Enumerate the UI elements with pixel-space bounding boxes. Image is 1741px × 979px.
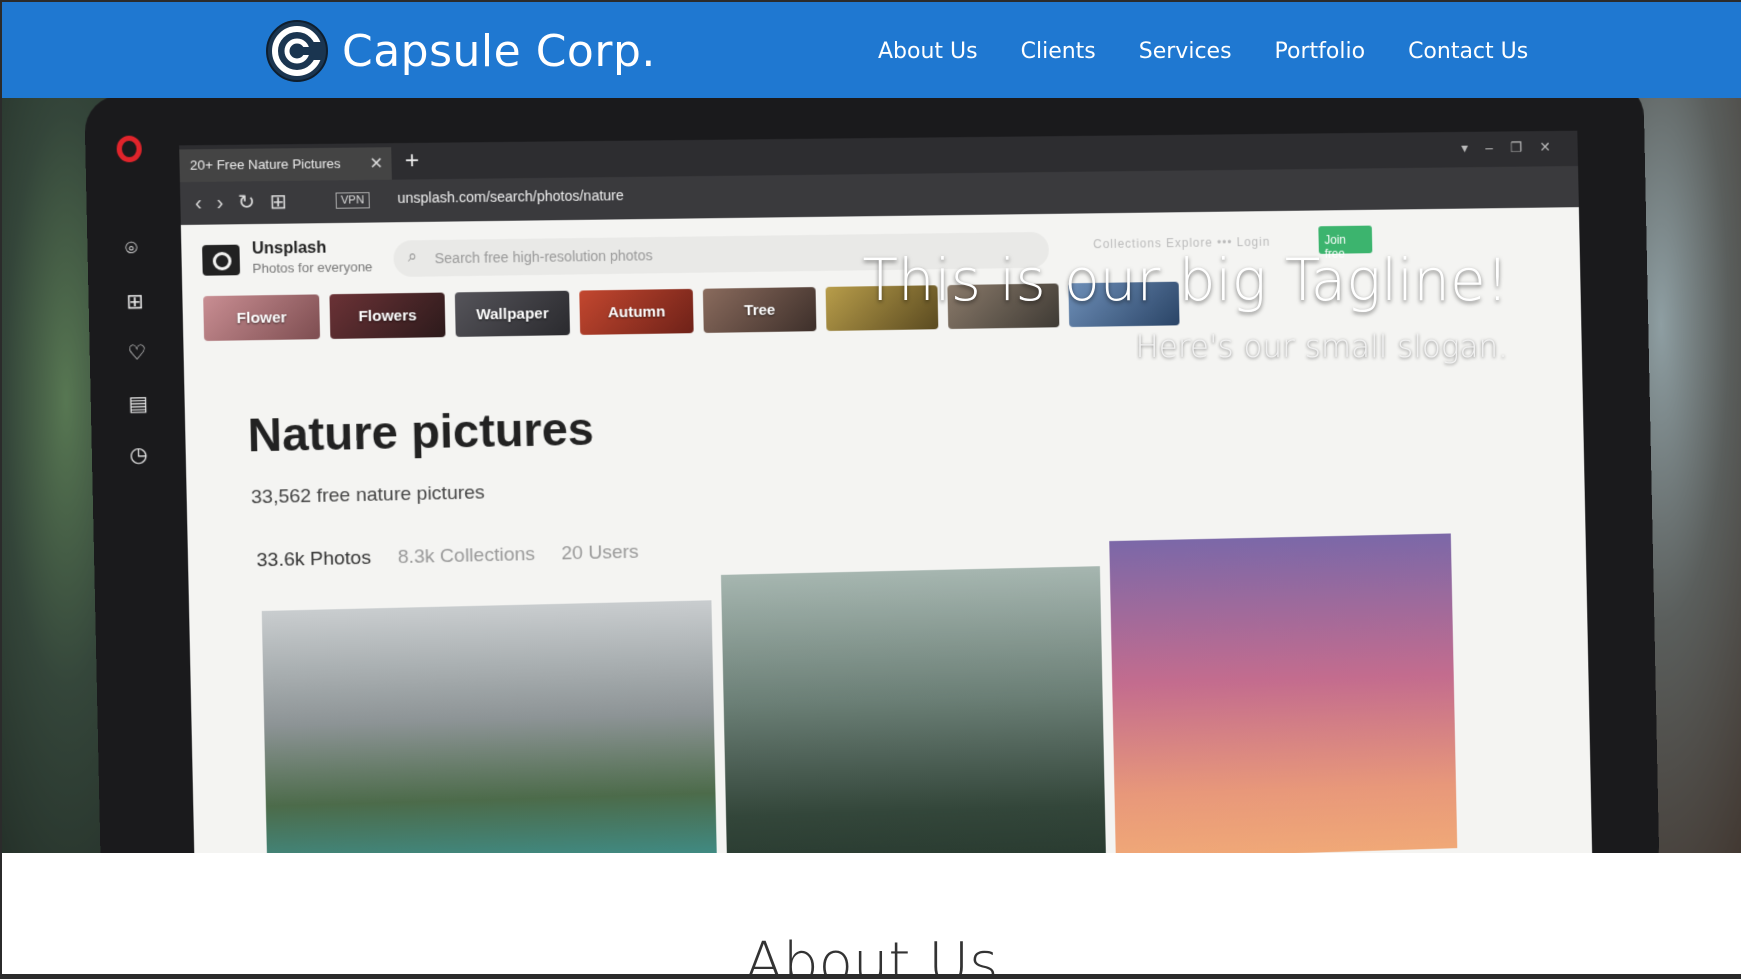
opera-logo-icon (116, 136, 142, 163)
unsplash-tagline: Photos for everyone (252, 259, 372, 276)
hero-tagline: This is our big Tagline! (862, 246, 1509, 314)
grid-icon: ⊞ (126, 289, 149, 310)
stat-users: 20 Users (561, 542, 639, 566)
tab-title: 20+ Free Nature Pictures (190, 156, 341, 173)
chip-autumn: Autumn (579, 289, 693, 335)
brand-name[interactable]: Capsule Corp. (342, 26, 656, 77)
browser-tab: 20+ Free Nature Pictures ✕ (179, 147, 392, 182)
clock-icon: ◷ (129, 442, 152, 463)
search-icon: ⌕ (408, 248, 418, 266)
photo-lake-mountains (262, 600, 718, 853)
photo-sunset-sky (1109, 533, 1457, 853)
photo-forest-cliff (721, 566, 1107, 853)
nav-about-us[interactable]: About Us (878, 39, 978, 64)
hero-banner: ⌾ ⊞ ♡ ▤ ◷ 20+ Free Nature Pictures ✕ + ▾… (2, 98, 1741, 853)
vpn-badge: VPN (336, 192, 370, 209)
heart-icon: ♡ (127, 340, 150, 361)
laptop-screen: 20+ Free Nature Pictures ✕ + ▾–❐✕ ‹›↻⊞ V… (179, 131, 1592, 853)
main-nav: About Us Clients Services Portfolio Cont… (878, 39, 1528, 64)
site-header: Capsule Corp. About Us Clients Services … (2, 2, 1741, 98)
new-tab-icon: + (405, 147, 420, 176)
news-icon: ▤ (128, 391, 151, 412)
nav-clients[interactable]: Clients (1021, 39, 1096, 64)
about-title: About Us (2, 931, 1741, 974)
unsplash-camera-icon (202, 245, 240, 276)
chip-flowers: Flowers (329, 293, 445, 339)
chip-tree: Tree (703, 287, 817, 333)
tab-close-icon: ✕ (369, 153, 383, 173)
stat-photos: 33.6k Photos (256, 547, 371, 572)
capsule-corp-logo-icon[interactable] (264, 14, 330, 88)
hero-laptop-image: ⌾ ⊞ ♡ ▤ ◷ 20+ Free Nature Pictures ✕ + ▾… (84, 98, 1659, 853)
unsplash-name: Unsplash (252, 239, 327, 258)
unsplash-result-count: 33,562 free nature pictures (251, 482, 485, 509)
chip-wallpaper: Wallpaper (455, 291, 570, 337)
unsplash-stats: 33.6k Photos 8.3k Collections 20 Users (256, 542, 639, 573)
unsplash-search-placeholder: Search free high-resolution photos (434, 247, 652, 266)
page: Capsule Corp. About Us Clients Services … (2, 2, 1741, 974)
stat-collections: 8.3k Collections (398, 544, 536, 569)
browser-nav-icons: ‹›↻⊞ (195, 189, 302, 216)
nav-contact-us[interactable]: Contact Us (1408, 39, 1528, 64)
unsplash-page-title: Nature pictures (247, 401, 594, 462)
browser-url: unsplash.com/search/photos/nature (397, 187, 624, 206)
hero-slogan: Here's our small slogan. (1135, 329, 1508, 365)
opera-sidebar: ⌾ ⊞ ♡ ▤ ◷ (116, 135, 177, 544)
nav-portfolio[interactable]: Portfolio (1275, 39, 1366, 64)
chip-flower: Flower (203, 294, 320, 341)
nav-services[interactable]: Services (1139, 39, 1232, 64)
camera-icon: ⌾ (125, 238, 148, 259)
about-section: About Us (2, 853, 1741, 974)
window-controls: ▾–❐✕ (1461, 139, 1568, 157)
